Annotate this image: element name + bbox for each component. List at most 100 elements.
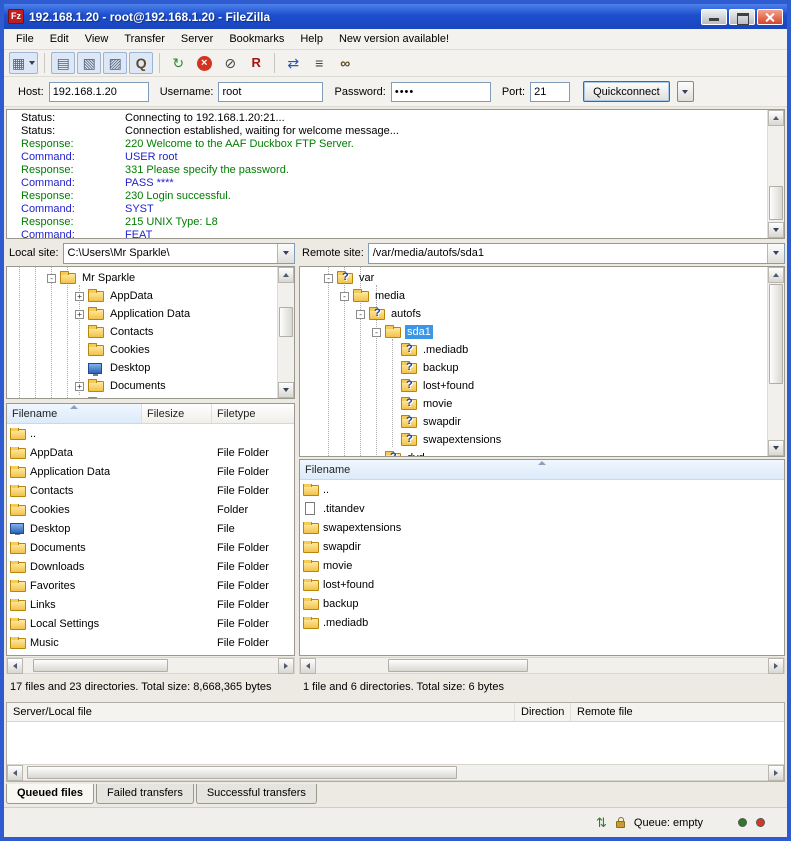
minimize-button[interactable]	[701, 9, 727, 25]
scrollbar-thumb[interactable]	[27, 766, 457, 779]
file-row[interactable]: swapdir	[300, 537, 784, 556]
file-row[interactable]: movie	[300, 556, 784, 575]
file-row[interactable]: backup	[300, 594, 784, 613]
tree-item-lost-found[interactable]: lost+found	[300, 377, 784, 395]
tree-item-contacts[interactable]: Contacts	[7, 323, 294, 341]
menu-edit[interactable]: Edit	[42, 31, 77, 47]
file-row[interactable]: .mediadb	[300, 613, 784, 632]
toggle-remote-tree-button[interactable]: ▨	[103, 52, 127, 74]
collapse-toggle-icon[interactable]: -	[372, 328, 381, 337]
file-row[interactable]: Application Data File Folder	[7, 462, 294, 481]
collapse-toggle-icon[interactable]: -	[356, 310, 365, 319]
site-manager-button[interactable]: ▦	[9, 52, 38, 74]
column-header-direction[interactable]: Direction	[515, 703, 571, 721]
menu-server[interactable]: Server	[173, 31, 221, 47]
column-header-filename[interactable]: Filename	[300, 460, 784, 479]
filename-filters-button[interactable]: Q	[129, 52, 153, 74]
scroll-right-button[interactable]	[278, 658, 294, 674]
vertical-scrollbar[interactable]	[767, 110, 784, 238]
scroll-right-button[interactable]	[768, 765, 784, 781]
tree-item-var[interactable]: - var	[300, 269, 784, 287]
tree-item-dvd[interactable]: dvd	[300, 449, 784, 457]
tree-item-autofs[interactable]: - autofs	[300, 305, 784, 323]
local-site-combobox[interactable]: C:\Users\Mr Sparkle\	[63, 243, 295, 264]
menu-transfer[interactable]: Transfer	[116, 31, 173, 47]
titlebar[interactable]: Fz 192.168.1.20 - root@192.168.1.20 - Fi…	[4, 4, 787, 29]
scrollbar-thumb[interactable]	[769, 186, 783, 220]
file-row[interactable]: Desktop File	[7, 519, 294, 538]
toggle-log-button[interactable]: ▤	[51, 52, 75, 74]
tree-item-movie[interactable]: movie	[300, 395, 784, 413]
file-row[interactable]: .titandev	[300, 499, 784, 518]
directory-comparison-button[interactable]: ⇄	[281, 52, 305, 74]
file-row[interactable]: Local Settings File Folder	[7, 614, 294, 633]
tree-item-cookies[interactable]: Cookies	[7, 341, 294, 359]
maximize-button[interactable]	[729, 9, 755, 25]
tree-item-application-data[interactable]: + Application Data	[7, 305, 294, 323]
scroll-up-button[interactable]	[768, 110, 784, 126]
scrollbar-thumb[interactable]	[388, 659, 528, 672]
tree-item-media[interactable]: - media	[300, 287, 784, 305]
tree-item-appdata[interactable]: + AppData	[7, 287, 294, 305]
file-row[interactable]: Favorites File Folder	[7, 576, 294, 595]
column-header-remote-file[interactable]: Remote file	[571, 703, 784, 721]
file-row[interactable]: Cookies Folder	[7, 500, 294, 519]
file-row[interactable]: Downloads File Folder	[7, 557, 294, 576]
file-row[interactable]: lost+found	[300, 575, 784, 594]
file-row[interactable]: ..	[300, 480, 784, 499]
toggle-local-tree-button[interactable]: ▧	[77, 52, 101, 74]
host-input[interactable]	[49, 82, 149, 102]
quickconnect-button[interactable]: Quickconnect	[583, 81, 670, 102]
tree-item-mr-sparkle[interactable]: - Mr Sparkle	[7, 269, 294, 287]
quickconnect-dropdown-button[interactable]	[677, 81, 694, 102]
cancel-button[interactable]: ×	[192, 52, 216, 74]
scroll-left-button[interactable]	[7, 765, 23, 781]
port-input[interactable]	[530, 82, 570, 102]
scroll-left-button[interactable]	[7, 658, 23, 674]
reconnect-button[interactable]: R	[244, 52, 268, 74]
collapse-toggle-icon[interactable]: -	[340, 292, 349, 301]
tab-successful-transfers[interactable]: Successful transfers	[196, 784, 317, 804]
file-row[interactable]: Contacts File Folder	[7, 481, 294, 500]
tree-item-downloads[interactable]: + Downloads	[7, 395, 294, 399]
tab-failed-transfers[interactable]: Failed transfers	[96, 784, 194, 804]
find-files-button[interactable]: ∞	[333, 52, 357, 74]
file-row[interactable]: AppData File Folder	[7, 443, 294, 462]
horizontal-scrollbar[interactable]	[7, 764, 784, 781]
combo-dropdown-button[interactable]	[767, 244, 784, 263]
tree-item-documents[interactable]: + Documents	[7, 377, 294, 395]
disconnect-button[interactable]: ⊘	[218, 52, 242, 74]
lock-icon[interactable]	[616, 821, 625, 828]
combo-dropdown-button[interactable]	[277, 244, 294, 263]
expand-toggle-icon[interactable]: +	[75, 382, 84, 391]
column-header-filename[interactable]: Filename	[7, 404, 142, 423]
expand-toggle-icon[interactable]: +	[75, 292, 84, 301]
username-input[interactable]	[218, 82, 323, 102]
column-header-server-local-file[interactable]: Server/Local file	[7, 703, 515, 721]
file-row[interactable]: ..	[7, 424, 294, 443]
file-row[interactable]: Music File Folder	[7, 633, 294, 652]
column-header-filesize[interactable]: Filesize	[142, 404, 212, 423]
tree-item-backup[interactable]: backup	[300, 359, 784, 377]
collapse-toggle-icon[interactable]: -	[324, 274, 333, 283]
tree-item-desktop[interactable]: Desktop	[7, 359, 294, 377]
file-row[interactable]: swapextensions	[300, 518, 784, 537]
refresh-button[interactable]: ↻	[166, 52, 190, 74]
menu-view[interactable]: View	[77, 31, 117, 47]
menu-file[interactable]: File	[8, 31, 42, 47]
horizontal-scrollbar[interactable]	[6, 657, 295, 674]
menu-bookmarks[interactable]: Bookmarks	[221, 31, 292, 47]
tree-item-swapdir[interactable]: swapdir	[300, 413, 784, 431]
scrollbar-thumb[interactable]	[33, 659, 168, 672]
tree-item-sda1[interactable]: - sda1	[300, 323, 784, 341]
horizontal-scrollbar[interactable]	[299, 657, 785, 674]
menu-help[interactable]: Help	[292, 31, 331, 47]
collapse-toggle-icon[interactable]: -	[47, 274, 56, 283]
tree-item-swapextensions[interactable]: swapextensions	[300, 431, 784, 449]
expand-toggle-icon[interactable]: +	[75, 310, 84, 319]
speed-limits-icon[interactable]: ⇅	[596, 815, 607, 831]
scroll-down-button[interactable]	[768, 222, 784, 238]
close-button[interactable]	[757, 9, 783, 25]
tab-queued-files[interactable]: Queued files	[6, 784, 94, 804]
file-row[interactable]: Documents File Folder	[7, 538, 294, 557]
